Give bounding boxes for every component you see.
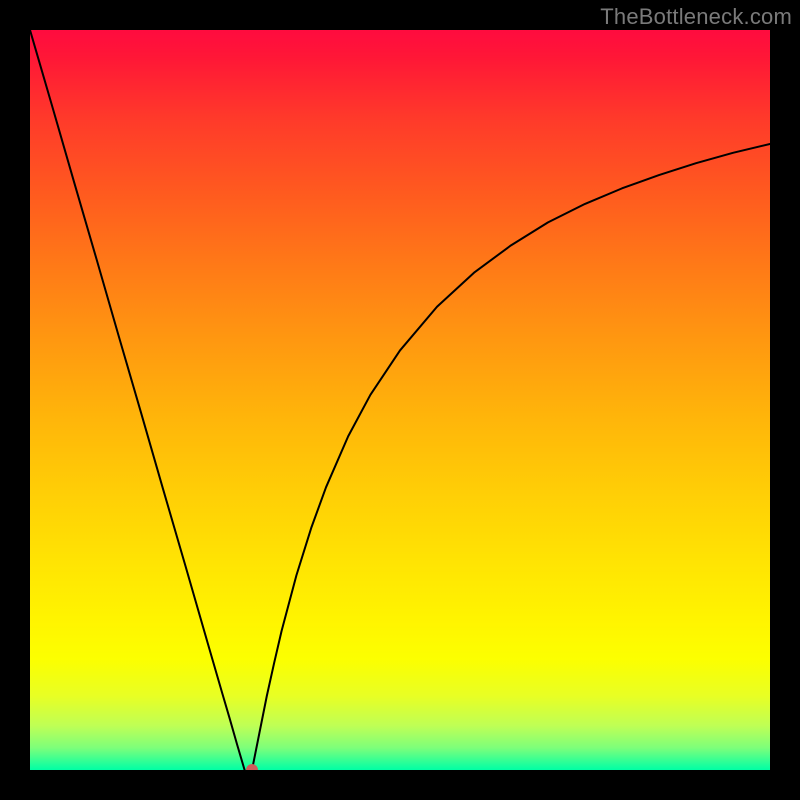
curve-svg bbox=[30, 30, 770, 770]
watermark-text: TheBottleneck.com bbox=[600, 4, 792, 30]
plot-area bbox=[30, 30, 770, 770]
chart-frame: TheBottleneck.com bbox=[0, 0, 800, 800]
curve-left bbox=[30, 30, 245, 770]
curve-right bbox=[252, 144, 770, 770]
minimum-marker bbox=[246, 764, 258, 770]
